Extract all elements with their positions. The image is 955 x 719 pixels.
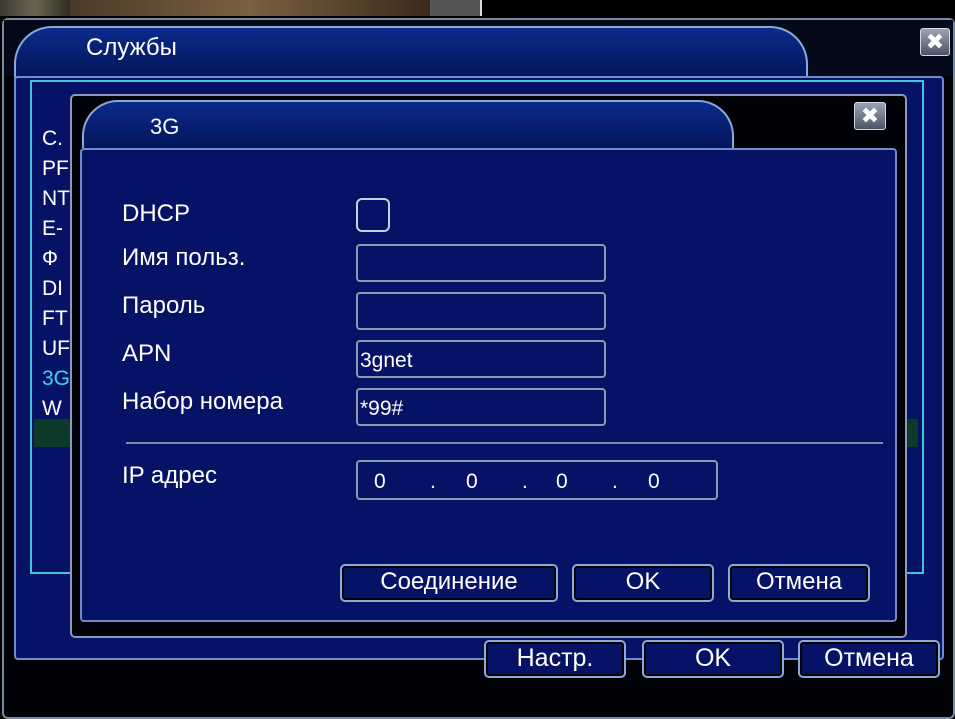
connect-button[interactable]: Соединение <box>340 564 558 602</box>
setup-button[interactable]: Настр. <box>484 640 626 678</box>
dialog-cancel-button[interactable]: Отмена <box>728 564 870 602</box>
3g-close-icon[interactable]: ✖ <box>854 102 886 130</box>
ip-separator: . <box>522 470 528 493</box>
password-input[interactable] <box>356 292 606 330</box>
list-item-selected[interactable]: 3G <box>42 367 72 391</box>
list-item[interactable]: PF <box>42 157 72 181</box>
ip-octet-4[interactable]: 0 <box>648 470 660 494</box>
ip-octet-3[interactable]: 0 <box>556 470 568 494</box>
video-tile <box>70 0 430 16</box>
list-item[interactable]: W <box>42 397 72 421</box>
list-item[interactable]: NT <box>42 187 72 211</box>
ip-octet-1[interactable]: 0 <box>374 470 386 494</box>
ok-button[interactable]: OK <box>642 640 784 678</box>
ip-address-label: IP адрес <box>122 462 217 489</box>
password-label: Пароль <box>122 292 206 319</box>
list-item[interactable]: FT <box>42 307 72 331</box>
cancel-button[interactable]: Отмена <box>798 640 940 678</box>
dial-number-input[interactable]: *99# <box>356 388 606 426</box>
3g-dialog-title: 3G <box>150 114 180 139</box>
video-tile <box>480 0 955 16</box>
dhcp-label: DHCP <box>122 200 191 227</box>
apn-input[interactable]: 3gnet <box>356 340 606 378</box>
dial-number-label: Набор номера <box>122 388 283 415</box>
username-input[interactable] <box>356 244 606 282</box>
username-label: Имя польз. <box>122 244 246 271</box>
list-item[interactable]: UF <box>42 337 72 361</box>
ip-separator: . <box>430 470 436 493</box>
apn-label: APN <box>122 340 172 367</box>
services-window-title: Службы <box>86 34 177 61</box>
ip-octet-2[interactable]: 0 <box>466 470 478 494</box>
3g-title-tab <box>82 100 734 148</box>
dhcp-checkbox[interactable] <box>356 198 390 232</box>
3g-dialog-body: DHCP Имя польз. Пароль APN 3gnet Набор н… <box>80 148 897 622</box>
list-item[interactable]: С. <box>42 127 72 151</box>
services-close-icon[interactable]: ✖ <box>920 28 950 56</box>
dialog-ok-button[interactable]: OK <box>572 564 714 602</box>
divider <box>126 442 883 444</box>
list-item[interactable]: DI <box>42 277 72 301</box>
background-video-strip <box>0 0 955 16</box>
ip-address-input[interactable]: 0 . 0 . 0 . 0 <box>356 460 718 500</box>
video-tile <box>430 0 485 16</box>
list-item[interactable]: E- <box>42 217 72 241</box>
ip-separator: . <box>612 470 618 493</box>
3g-dialog: 3G ✖ DHCP Имя польз. Пароль APN 3gnet На… <box>70 94 907 638</box>
list-item[interactable]: Ф <box>42 247 72 271</box>
video-tile <box>0 0 70 16</box>
